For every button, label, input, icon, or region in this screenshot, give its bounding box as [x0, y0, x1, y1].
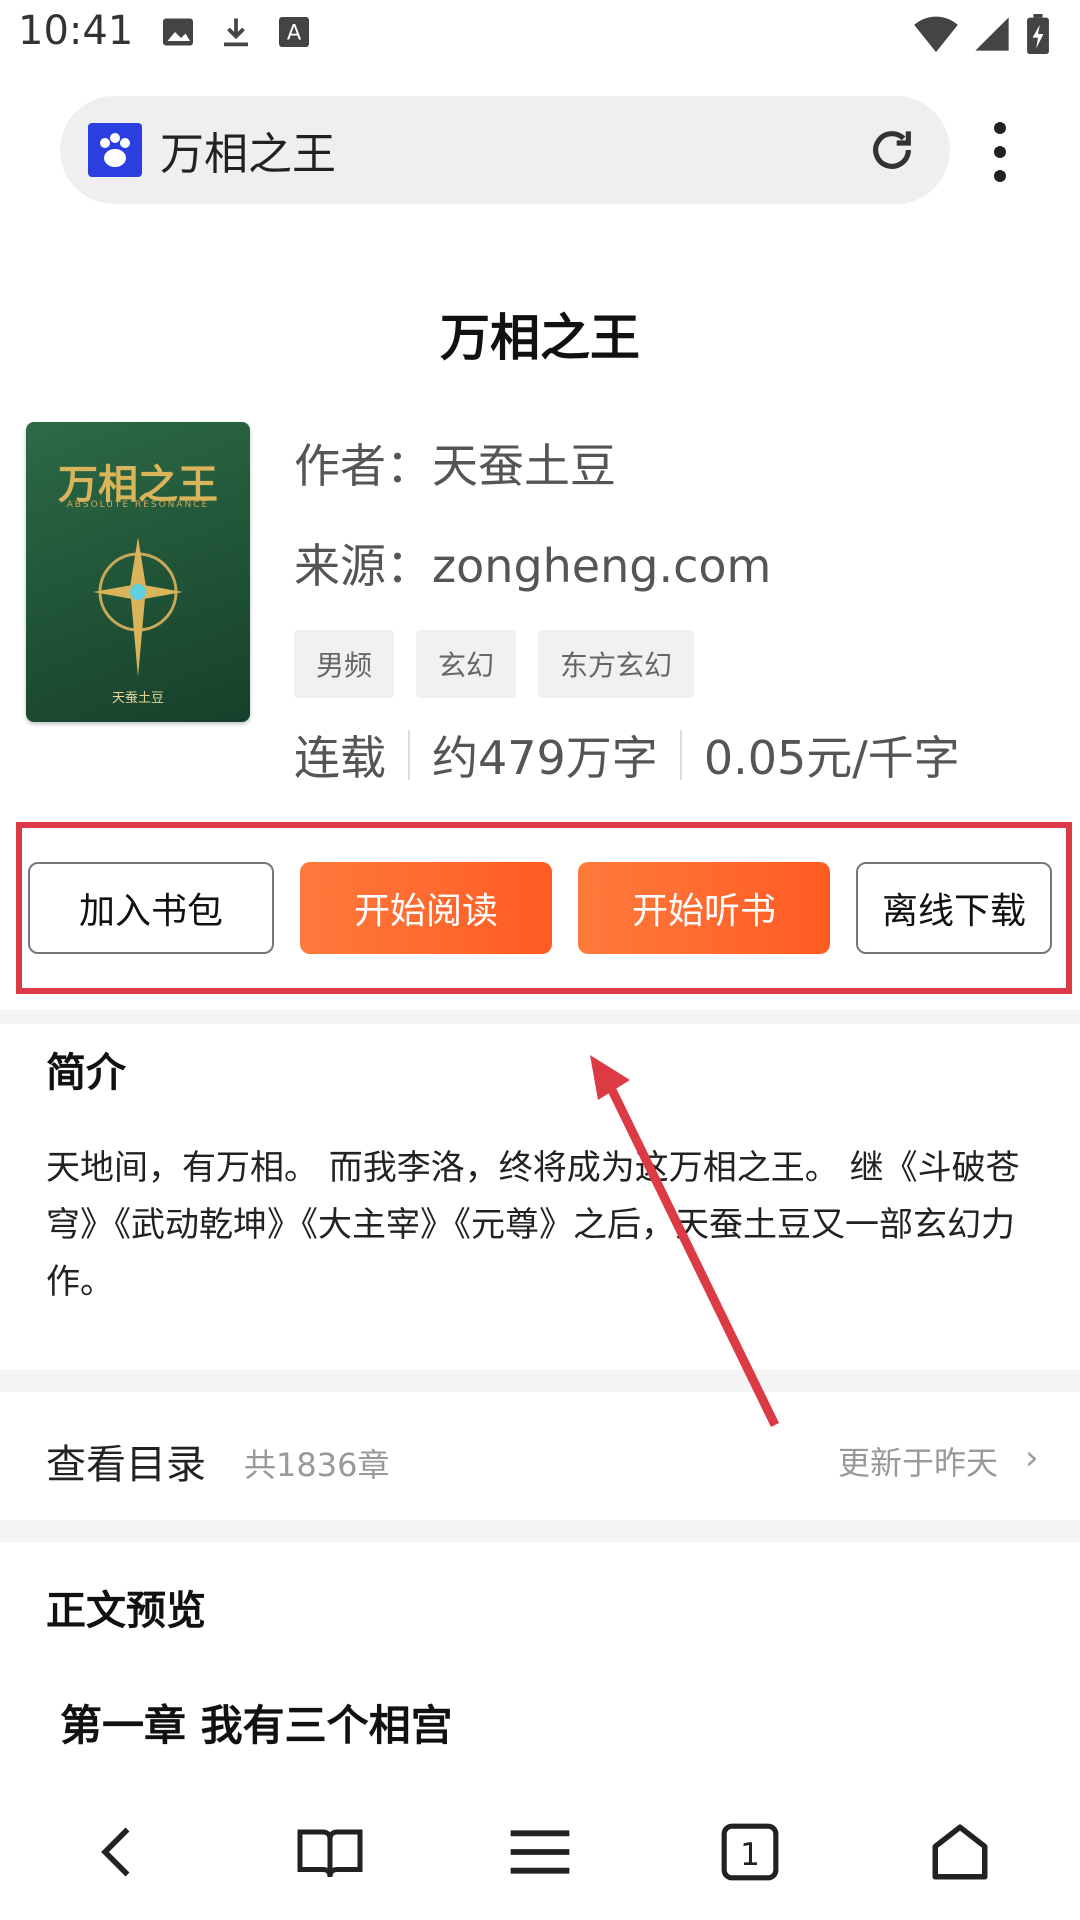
signal-icon — [975, 17, 1009, 51]
book-cover[interactable]: 万相之王 ABSOLUTE RESONANCE 天蚕土豆 — [26, 422, 250, 722]
author-line: 作者：天蚕土豆 — [294, 439, 616, 493]
start-listening-button[interactable]: 开始听书 — [578, 862, 830, 954]
cover-author: 天蚕土豆 — [111, 691, 164, 706]
word-count: 约479万字 — [432, 731, 658, 785]
book-stats: 连载 约479万字 0.05元/千字 — [294, 722, 960, 788]
address-bar[interactable]: 万相之王 — [60, 96, 950, 204]
price: 0.05元/千字 — [703, 731, 960, 785]
bottom-nav: 1 — [0, 1790, 1080, 1920]
menu-icon[interactable] — [490, 1802, 590, 1902]
bookmarks-book-icon[interactable] — [280, 1802, 380, 1902]
text-icon: A — [279, 17, 309, 47]
section-divider — [0, 1520, 1080, 1542]
svg-text:A: A — [287, 21, 302, 45]
image-icon — [163, 18, 193, 46]
battery-charging-icon — [1027, 14, 1049, 54]
cover-subtitle: ABSOLUTE RESONANCE — [66, 500, 210, 510]
tag[interactable]: 东方玄幻 — [538, 630, 695, 698]
wifi-icon — [914, 16, 958, 53]
chevron-right-icon[interactable]: › — [1025, 1438, 1039, 1478]
cover-emblem — [93, 537, 183, 677]
update-time[interactable]: 更新于昨天 — [838, 1438, 998, 1484]
status-icons-right — [914, 14, 1050, 54]
intro-heading: 简介 — [46, 1050, 126, 1096]
tag[interactable]: 玄幻 — [416, 630, 517, 698]
preview-heading: 正文预览 — [46, 1588, 206, 1634]
toc-label[interactable]: 查看目录 — [46, 1432, 206, 1490]
section-divider — [0, 1010, 1080, 1024]
home-icon[interactable] — [910, 1802, 1010, 1902]
intro-text: 天地间，有万相。 而我李洛，终将成为这万相之王。 继《斗破苍穹》《武动乾坤》《大… — [46, 1148, 1020, 1302]
reload-icon[interactable] — [864, 122, 920, 182]
download-icon — [224, 18, 248, 47]
add-to-shelf-button[interactable]: 加入书包 — [28, 862, 274, 954]
divider — [408, 730, 410, 780]
start-reading-button[interactable]: 开始阅读 — [300, 862, 552, 954]
section-divider — [0, 1370, 1080, 1392]
offline-download-button[interactable]: 离线下载 — [856, 862, 1052, 954]
status-time: 10:41 — [18, 8, 134, 54]
address-text[interactable]: 万相之王 — [160, 118, 336, 182]
tabs-icon[interactable]: 1 — [700, 1802, 800, 1902]
overflow-menu-icon[interactable] — [990, 122, 1010, 194]
tag-list: 男频 玄幻 东方玄幻 — [294, 630, 695, 698]
book-title: 万相之王 — [440, 309, 640, 367]
status-text: 连载 — [294, 731, 386, 785]
chapter-title[interactable]: 第一章 我有三个相宫 — [60, 1692, 453, 1753]
status-icons-left: A — [160, 14, 312, 50]
tab-count: 1 — [740, 1837, 760, 1873]
baidu-paw-icon — [88, 123, 142, 177]
divider — [679, 730, 682, 780]
tag[interactable]: 男频 — [294, 630, 395, 698]
chapter-count: 共1836章 — [244, 1446, 390, 1484]
back-icon[interactable] — [70, 1802, 170, 1902]
source-line: 来源：zongheng.com — [294, 539, 772, 593]
